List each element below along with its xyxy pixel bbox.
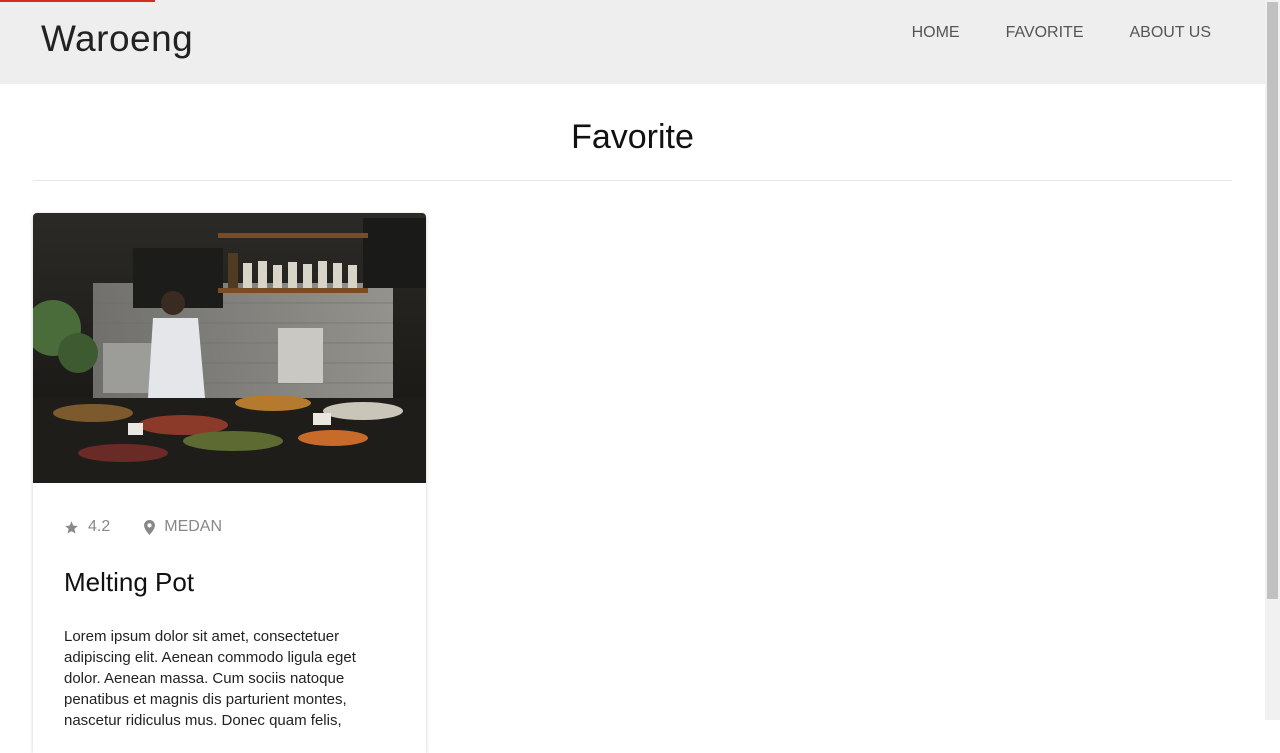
rating-value: 4.2: [88, 518, 111, 535]
location-name: MEDAN: [164, 518, 223, 535]
map-pin-icon: [144, 519, 156, 535]
loading-progress-bar: [0, 0, 155, 2]
navbar: Waroeng HOME FAVORITE ABOUT US: [0, 0, 1265, 84]
page-title: Favorite: [571, 118, 694, 156]
location: MEDAN: [144, 518, 222, 536]
rating: 4.2: [64, 518, 110, 536]
nav-link-home[interactable]: HOME: [912, 22, 960, 44]
nav-link-about[interactable]: ABOUT US: [1130, 22, 1212, 44]
restaurant-name[interactable]: Melting Pot: [64, 567, 194, 598]
restaurant-image: [33, 213, 426, 483]
card-meta: 4.2 MEDAN: [64, 518, 222, 536]
page-scrollbar[interactable]: [1265, 0, 1280, 720]
title-divider: [33, 180, 1232, 181]
scrollbar-thumb[interactable]: [1267, 2, 1278, 599]
restaurant-description: Lorem ipsum dolor sit amet, consectetuer…: [64, 628, 356, 729]
brand-logo[interactable]: Waroeng: [41, 18, 193, 60]
restaurant-card[interactable]: 4.2 MEDAN Melting Pot Lorem ipsum dolor …: [33, 213, 426, 753]
nav-link-favorite[interactable]: FAVORITE: [1006, 22, 1084, 44]
star-icon: [65, 520, 78, 533]
main-nav: HOME FAVORITE ABOUT US: [912, 22, 1211, 44]
